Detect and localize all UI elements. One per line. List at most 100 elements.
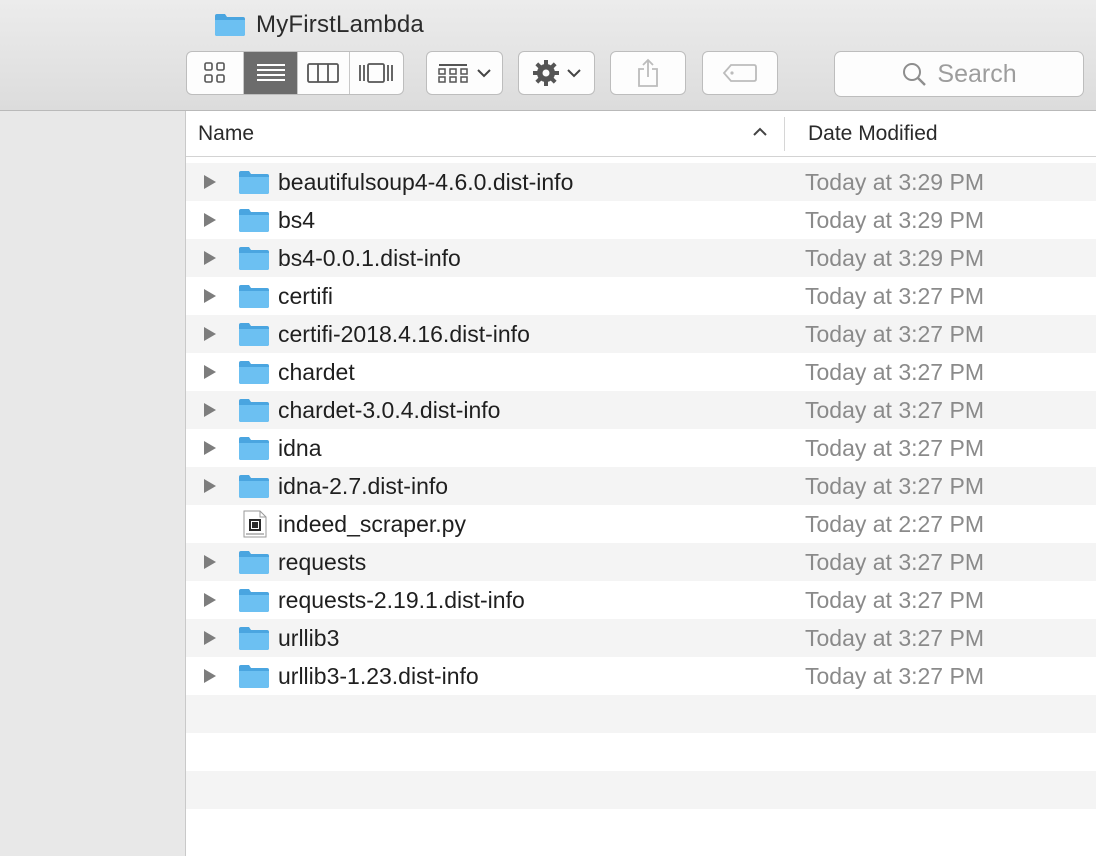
file-name: certifi-2018.4.16.dist-info [278,321,530,347]
file-date-modified: Today at 3:27 PM [805,435,984,461]
date-modified-column-header[interactable]: Date Modified [808,122,938,146]
file-row[interactable]: chardet-3.0.4.dist-info Today at 3:27 PM [186,391,1096,429]
disclosure-triangle-icon[interactable] [203,668,217,684]
name-column-header[interactable]: Name [198,122,254,146]
arrange-button[interactable] [426,51,503,95]
finder-toolbar: MyFirstLambda Search [0,0,1096,111]
file-date-modified: Today at 3:27 PM [805,359,984,385]
disclosure-triangle-icon[interactable] [203,592,217,608]
file-date-modified: Today at 3:27 PM [805,625,984,651]
column-divider[interactable] [784,117,785,151]
file-row[interactable]: requests Today at 3:27 PM [186,543,1096,581]
column-view-button[interactable] [298,52,350,94]
folder-icon [239,209,269,232]
folder-icon [239,399,269,422]
python-file-icon [243,510,267,538]
file-date-modified: Today at 3:29 PM [805,169,984,195]
grid-icon [204,62,226,83]
folder-icon [239,665,269,688]
share-icon [638,58,658,87]
file-row[interactable]: beautifulsoup4-4.6.0.dist-info Today at 3… [186,163,1096,201]
file-row[interactable]: urllib3-1.23.dist-info Today at 3:27 PM [186,657,1096,695]
empty-row [186,771,1096,809]
search-input[interactable]: Search [834,51,1084,97]
file-row[interactable]: urllib3 Today at 3:27 PM [186,619,1096,657]
action-button[interactable] [518,51,595,95]
columns-icon [307,63,340,83]
list-icon [256,64,285,81]
file-row[interactable]: certifi Today at 3:27 PM [186,277,1096,315]
cover-flow-icon [359,63,394,83]
file-date-modified: Today at 3:27 PM [805,283,984,309]
share-button[interactable] [610,51,686,95]
folder-icon [239,247,269,270]
disclosure-triangle-icon[interactable] [203,174,217,190]
file-date-modified: Today at 3:27 PM [805,321,984,347]
window-title: MyFirstLambda [214,10,424,40]
folder-icon [215,14,245,36]
disclosure-triangle-icon[interactable] [203,402,217,418]
file-row[interactable]: indeed_scraper.py Today at 2:27 PM [186,505,1096,543]
disclosure-triangle-icon[interactable] [203,326,217,342]
gear-icon [532,60,559,86]
file-date-modified: Today at 2:27 PM [805,511,984,537]
sort-ascending-icon[interactable] [752,126,768,138]
empty-row [186,695,1096,733]
empty-row [186,733,1096,771]
view-mode-control [186,51,404,95]
file-row[interactable]: idna-2.7.dist-info Today at 3:27 PM [186,467,1096,505]
chevron-down-icon [566,69,581,78]
tag-button[interactable] [702,51,778,95]
icon-view-button[interactable] [187,52,245,94]
list-view-button[interactable] [244,52,298,94]
file-list: Name Date Modified beautifulsoup4-4.6.0.… [186,111,1096,856]
disclosure-triangle-icon[interactable] [203,250,217,266]
window-title-text: MyFirstLambda [256,11,424,38]
chevron-down-icon [476,69,491,78]
file-date-modified: Today at 3:29 PM [805,245,984,271]
file-date-modified: Today at 3:27 PM [805,397,984,423]
file-name: indeed_scraper.py [278,511,466,537]
file-name: idna [278,435,322,461]
folder-icon [239,437,269,460]
file-name: urllib3 [278,625,340,651]
folder-icon [239,323,269,346]
disclosure-triangle-icon[interactable] [203,554,217,570]
file-row[interactable]: bs4-0.0.1.dist-info Today at 3:29 PM [186,239,1096,277]
column-header: Name Date Modified [186,111,1096,157]
file-name: requests-2.19.1.dist-info [278,587,525,613]
file-row[interactable]: certifi-2018.4.16.dist-info Today at 3:27… [186,315,1096,353]
arrange-grid-icon [437,64,468,83]
folder-icon [239,361,269,384]
file-name: idna-2.7.dist-info [278,473,449,499]
file-name: certifi [278,283,333,309]
file-date-modified: Today at 3:27 PM [805,663,984,689]
file-name: urllib3-1.23.dist-info [278,663,479,689]
disclosure-triangle-icon[interactable] [203,478,217,494]
disclosure-triangle-icon[interactable] [203,288,217,304]
file-date-modified: Today at 3:27 PM [805,473,984,499]
file-name: chardet [278,359,355,385]
disclosure-triangle-icon[interactable] [203,364,217,380]
folder-icon [239,285,269,308]
folder-icon [239,551,269,574]
file-date-modified: Today at 3:27 PM [805,549,984,575]
file-row[interactable]: bs4 Today at 3:29 PM [186,201,1096,239]
folder-icon [239,627,269,650]
folder-icon [239,475,269,498]
cover-flow-view-button[interactable] [350,52,404,94]
file-name: bs4-0.0.1.dist-info [278,245,461,271]
sidebar [0,111,186,856]
file-date-modified: Today at 3:27 PM [805,587,984,613]
disclosure-triangle-icon[interactable] [203,212,217,228]
empty-row [186,809,1096,847]
file-row[interactable]: chardet Today at 3:27 PM [186,353,1096,391]
file-row[interactable]: idna Today at 3:27 PM [186,429,1096,467]
folder-icon [239,171,269,194]
disclosure-triangle-icon[interactable] [203,440,217,456]
disclosure-triangle-icon[interactable] [203,630,217,646]
file-name: requests [278,549,367,575]
file-name: bs4 [278,207,316,233]
search-placeholder: Search [937,59,1017,88]
file-row[interactable]: requests-2.19.1.dist-info Today at 3:27 P… [186,581,1096,619]
